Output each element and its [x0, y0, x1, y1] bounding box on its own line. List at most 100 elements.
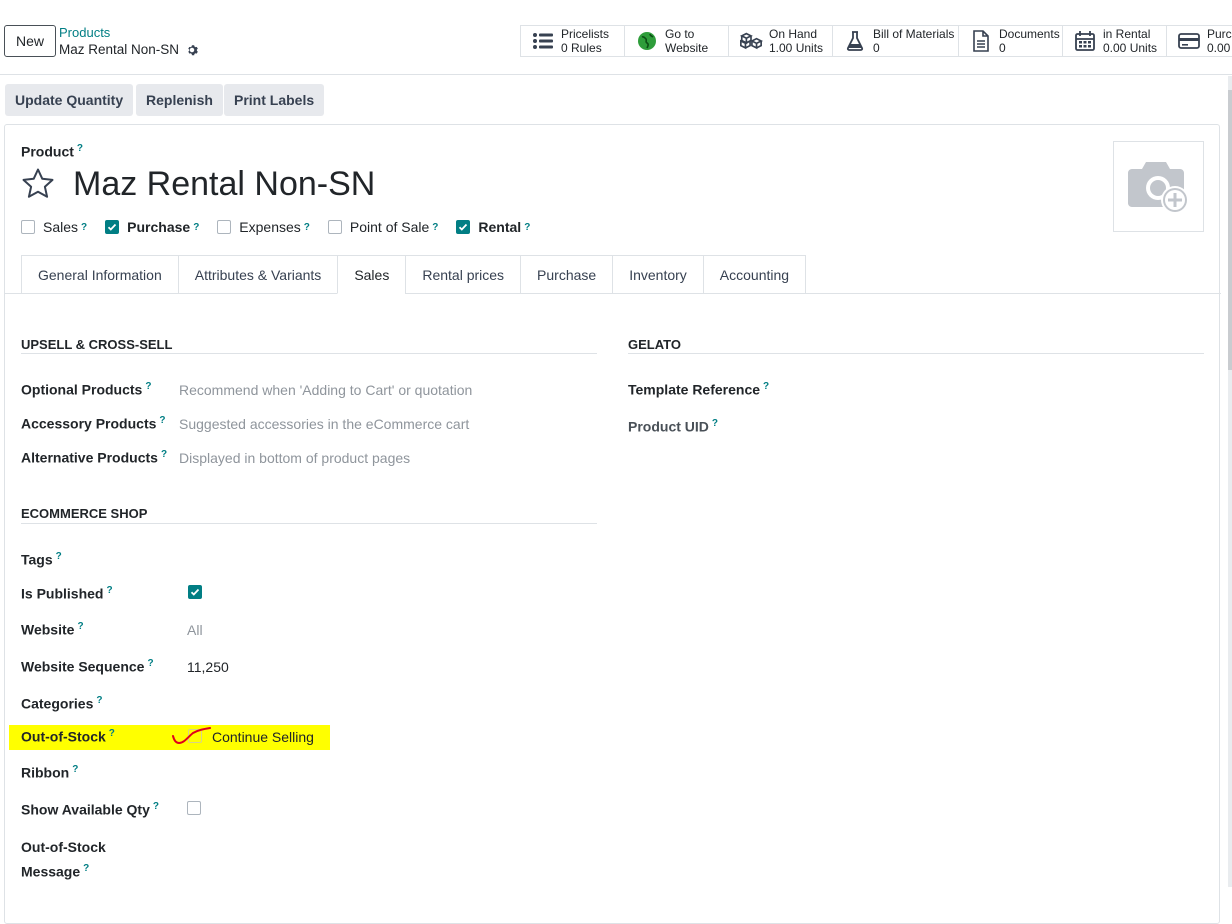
- expenses-checkbox[interactable]: [217, 220, 232, 234]
- flag-expenses[interactable]: Expenses?: [217, 219, 310, 235]
- product-image-upload[interactable]: [1113, 141, 1204, 232]
- show-available-qty-label: Show Available Qty?: [21, 801, 159, 818]
- purchased-button[interactable]: Purch0.00 U: [1167, 26, 1232, 56]
- ribbon-text: Ribbon: [21, 764, 70, 781]
- documents-button[interactable]: Documents 0: [959, 26, 1063, 56]
- tab-rental-prices[interactable]: Rental prices: [405, 255, 521, 294]
- go-to-label: Go to: [665, 27, 695, 41]
- help-icon[interactable]: ?: [161, 449, 167, 460]
- on-hand-value: 1.00 Units: [769, 41, 824, 55]
- sales-checkbox[interactable]: [21, 220, 35, 234]
- help-icon[interactable]: ?: [106, 585, 112, 596]
- point-of-sale-checkbox[interactable]: [327, 220, 342, 234]
- camera-add-icon: [1127, 161, 1189, 214]
- show-available-qty-text: Show Available Qty: [21, 801, 150, 818]
- flag-point-of-sale[interactable]: Point of Sale?: [327, 219, 438, 235]
- help-icon[interactable]: ?: [77, 143, 83, 154]
- flag-rental-label: Rental: [478, 219, 522, 235]
- in-rental-button[interactable]: in Rental 0.00 Units: [1063, 26, 1167, 56]
- help-icon[interactable]: ?: [72, 764, 78, 775]
- help-icon[interactable]: ?: [159, 415, 165, 426]
- help-icon[interactable]: ?: [145, 381, 151, 392]
- help-icon[interactable]: ?: [524, 222, 530, 233]
- print-labels-button[interactable]: Print Labels: [224, 84, 325, 116]
- tab-accounting[interactable]: Accounting: [702, 255, 807, 294]
- show-available-qty-checkbox[interactable]: [187, 801, 201, 815]
- website-input[interactable]: All: [187, 622, 203, 638]
- help-icon[interactable]: ?: [96, 695, 102, 706]
- help-icon[interactable]: ?: [763, 381, 769, 392]
- list-icon: [531, 29, 555, 53]
- document-icon: [969, 29, 993, 53]
- continue-selling-label[interactable]: Continue Selling: [212, 729, 314, 745]
- tab-general-information[interactable]: General Information: [21, 255, 178, 294]
- help-icon[interactable]: ?: [193, 222, 199, 233]
- optional-products-input[interactable]: Recommend when 'Adding to Cart' or quota…: [179, 382, 472, 398]
- optional-products-text: Optional Products: [21, 381, 143, 398]
- alternative-products-text: Alternative Products: [21, 449, 158, 466]
- help-icon[interactable]: ?: [109, 728, 115, 739]
- flag-sales-label: Sales: [43, 219, 79, 235]
- oos-message-line1: Out-of-Stock: [21, 839, 106, 855]
- website-sequence-label: Website Sequence?: [21, 658, 154, 675]
- product-type-flags: Sales? Purchase? Expenses? Point of Sale…: [21, 219, 548, 235]
- categories-text: Categories: [21, 695, 94, 712]
- on-hand-button[interactable]: On Hand 1.00 Units: [729, 26, 833, 56]
- help-icon[interactable]: ?: [77, 621, 83, 632]
- pricelists-button[interactable]: Pricelists 0 Rules: [521, 26, 625, 56]
- smart-buttons: Pricelists 0 Rules Go to Website On Hand 1.…: [520, 25, 1232, 57]
- website-label: Website: [665, 41, 709, 55]
- help-icon[interactable]: ?: [153, 801, 159, 812]
- gelato-divider: [628, 353, 1204, 354]
- help-icon[interactable]: ?: [147, 658, 153, 669]
- tab-inventory[interactable]: Inventory: [612, 255, 703, 294]
- tags-label: Tags?: [21, 551, 62, 568]
- purchase-checkbox[interactable]: [105, 220, 120, 234]
- breadcrumb-current-label: Maz Rental Non-SN: [59, 42, 180, 57]
- gear-icon[interactable]: [186, 44, 198, 56]
- website-sequence-input[interactable]: 11,250: [187, 659, 229, 675]
- help-icon[interactable]: ?: [712, 418, 718, 429]
- rental-checkbox[interactable]: [456, 220, 471, 234]
- help-icon[interactable]: ?: [304, 222, 310, 233]
- star-icon[interactable]: [21, 167, 55, 201]
- ribbon-label: Ribbon?: [21, 764, 78, 781]
- tab-attributes-variants[interactable]: Attributes & Variants: [177, 255, 338, 294]
- accessory-products-text: Accessory Products: [21, 415, 157, 432]
- tab-purchase[interactable]: Purchase: [520, 255, 613, 294]
- new-button[interactable]: New: [4, 25, 56, 57]
- help-icon[interactable]: ?: [81, 222, 87, 233]
- help-icon[interactable]: ?: [83, 863, 89, 874]
- scrollbar-thumb[interactable]: [1228, 90, 1232, 370]
- replenish-button[interactable]: Replenish: [136, 84, 223, 116]
- optional-products-label: Optional Products?: [21, 381, 151, 398]
- alternative-products-input[interactable]: Displayed in bottom of product pages: [179, 450, 410, 466]
- globe-icon: [635, 29, 659, 53]
- website-label: Website?: [21, 621, 84, 638]
- help-icon[interactable]: ?: [432, 222, 438, 233]
- flag-rental[interactable]: Rental?: [456, 219, 530, 235]
- pricelists-title: Pricelists: [561, 27, 610, 41]
- tags-text: Tags: [21, 551, 53, 568]
- credit-card-icon: [1177, 29, 1201, 53]
- bill-of-materials-button[interactable]: Bill of Materials 0: [833, 26, 959, 56]
- flag-sales[interactable]: Sales?: [21, 219, 87, 235]
- product-uid-label: Product UID?: [628, 418, 718, 435]
- help-icon[interactable]: ?: [56, 551, 62, 562]
- product-name[interactable]: Maz Rental Non-SN: [73, 165, 375, 204]
- in-rental-title: in Rental: [1103, 27, 1151, 41]
- documents-value: 0: [999, 41, 1006, 55]
- ecommerce-section-title: ECOMMERCE SHOP: [21, 506, 148, 521]
- accessory-products-input[interactable]: Suggested accessories in the eCommerce c…: [179, 416, 469, 432]
- tab-sales[interactable]: Sales: [337, 255, 406, 294]
- flag-purchase[interactable]: Purchase?: [105, 219, 199, 235]
- breadcrumb-current: Maz Rental Non-SN: [59, 42, 198, 57]
- alternative-products-label: Alternative Products?: [21, 449, 167, 466]
- is-published-checkbox[interactable]: [188, 585, 202, 599]
- breadcrumb-products[interactable]: Products: [59, 25, 110, 40]
- oos-message-line2: Message: [21, 863, 81, 880]
- go-to-website-button[interactable]: Go to Website: [625, 26, 729, 56]
- ecommerce-divider: [21, 523, 597, 524]
- flag-expenses-label: Expenses: [239, 219, 301, 235]
- update-quantity-button[interactable]: Update Quantity: [5, 84, 134, 116]
